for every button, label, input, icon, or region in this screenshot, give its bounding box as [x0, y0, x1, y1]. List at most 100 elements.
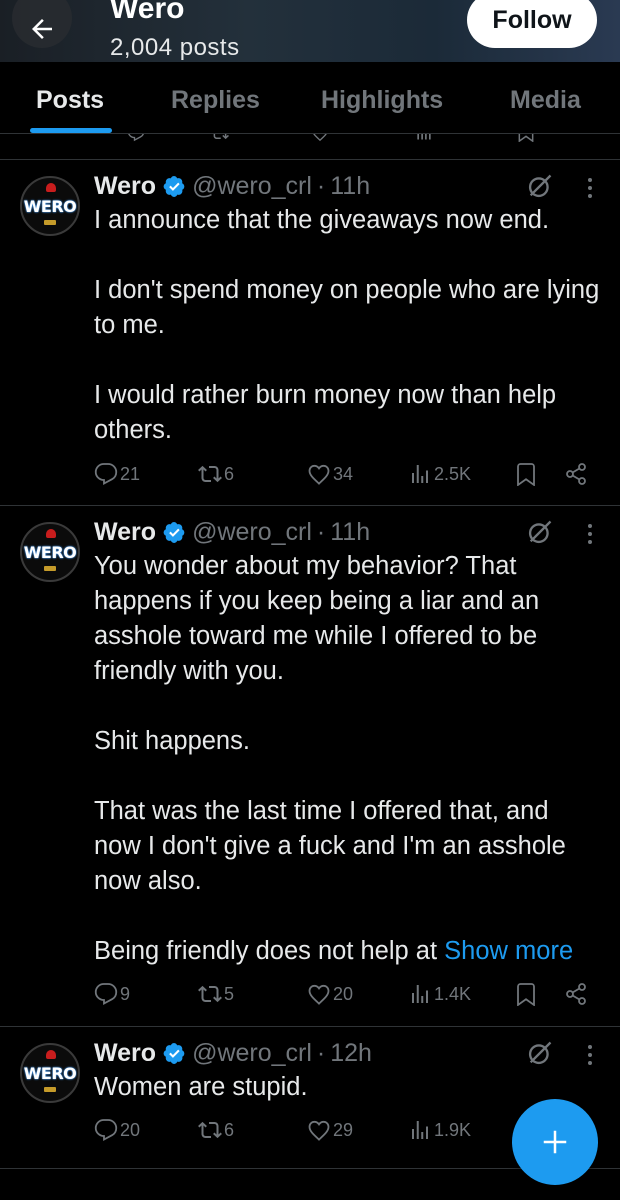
show-more-link[interactable]: Show more — [444, 937, 573, 965]
views-count: 1.4K — [434, 983, 472, 1004]
follow-button[interactable]: Follow — [467, 0, 597, 48]
author-name[interactable]: Wero — [94, 172, 156, 201]
views-icon — [412, 985, 428, 1003]
avatar-logo-text: WERO — [23, 197, 77, 216]
post-time[interactable]: 12h — [330, 1039, 372, 1068]
share-icon — [566, 983, 586, 1005]
repost-button[interactable]: 6 — [198, 1118, 234, 1142]
avatar-logo-text: WERO — [23, 543, 77, 562]
back-arrow-icon — [32, 19, 52, 39]
repost-icon — [198, 1121, 222, 1139]
header-title: Wero — [110, 0, 185, 25]
post[interactable]: WERO Wero @wero_crl · 11h You wonder abo… — [0, 506, 620, 1027]
author-handle[interactable]: @wero_crl — [192, 172, 312, 201]
like-icon — [313, 134, 327, 142]
views-button[interactable]: 2.5K — [408, 462, 471, 486]
share-button[interactable] — [564, 462, 590, 486]
grok-icon[interactable] — [526, 518, 554, 546]
separator-dot: · — [316, 517, 326, 546]
reply-icon — [94, 983, 118, 1006]
more-icon[interactable] — [582, 1043, 598, 1067]
active-tab-indicator — [30, 128, 112, 133]
bookmark-button[interactable] — [514, 982, 540, 1006]
avatar-logo-text: WERO — [23, 1064, 77, 1083]
post-actions: 9 5 20 1.4K — [94, 982, 604, 1012]
profile-header: Wero 2,004 posts Follow — [0, 0, 620, 62]
tab-media[interactable]: Media — [510, 86, 581, 115]
post-time[interactable]: 11h — [330, 172, 370, 201]
profile-tabs: Posts Replies Highlights Media — [0, 62, 620, 134]
repost-count: 6 — [224, 1119, 235, 1140]
compose-button[interactable] — [512, 1099, 598, 1185]
bookmark-icon — [518, 134, 534, 142]
views-button[interactable]: 1.4K — [408, 982, 471, 1006]
post-text: Women are stupid. — [94, 1073, 308, 1101]
like-button[interactable]: 34 — [307, 462, 353, 486]
bookmark-icon — [517, 983, 535, 1006]
grok-icon[interactable] — [526, 172, 554, 200]
reply-count: 9 — [120, 983, 131, 1004]
author-name[interactable]: Wero — [94, 518, 156, 547]
back-button[interactable] — [12, 0, 72, 48]
separator-dot: · — [316, 1038, 326, 1067]
like-count: 34 — [333, 463, 354, 484]
header-posts-count: 2,004 posts — [110, 34, 240, 61]
avatar[interactable]: WERO — [20, 522, 80, 582]
post[interactable]: WERO Wero @wero_crl · 11h I announce tha… — [0, 160, 620, 506]
reply-icon — [94, 1119, 118, 1142]
author-handle[interactable]: @wero_crl — [192, 1039, 312, 1068]
reply-count: 20 — [120, 1119, 141, 1140]
more-icon[interactable] — [582, 522, 598, 546]
reply-button[interactable]: 21 — [94, 462, 140, 486]
author-name[interactable]: Wero — [94, 1039, 156, 1068]
views-button[interactable]: 1.9K — [408, 1118, 471, 1142]
views-icon — [412, 465, 428, 483]
views-count: 1.9K — [434, 1119, 472, 1140]
post-time[interactable]: 11h — [330, 518, 370, 547]
post-meta: Wero @wero_crl · 11h — [94, 514, 370, 550]
views-icon — [412, 1121, 428, 1139]
compose-plus-icon — [543, 1130, 567, 1154]
reply-button[interactable]: 20 — [94, 1118, 140, 1142]
reply-button[interactable]: 9 — [94, 982, 130, 1006]
separator-dot: · — [316, 171, 326, 200]
like-icon — [308, 464, 330, 485]
post-text: I announce that the giveaways now end. I… — [94, 206, 600, 444]
repost-count: 5 — [224, 983, 235, 1004]
post-meta: Wero @wero_crl · 11h — [94, 168, 370, 204]
like-count: 20 — [333, 983, 354, 1004]
verified-badge-icon — [163, 1042, 185, 1064]
repost-button[interactable]: 6 — [198, 462, 234, 486]
post-meta: Wero @wero_crl · 12h — [94, 1035, 372, 1071]
tab-highlights[interactable]: Highlights — [321, 86, 443, 115]
like-button[interactable]: 20 — [307, 982, 353, 1006]
avatar[interactable]: WERO — [20, 176, 80, 236]
like-icon — [308, 1120, 330, 1141]
author-handle[interactable]: @wero_crl — [192, 518, 312, 547]
verified-badge-icon — [163, 521, 185, 543]
repost-icon — [198, 985, 222, 1003]
like-button[interactable]: 29 — [307, 1118, 353, 1142]
share-icon — [566, 463, 586, 485]
views-count: 2.5K — [434, 463, 472, 484]
repost-button[interactable]: 5 — [198, 982, 234, 1006]
tab-posts[interactable]: Posts — [36, 86, 104, 115]
repost-count: 6 — [224, 463, 235, 484]
verified-badge-icon — [163, 175, 185, 197]
like-count: 29 — [333, 1119, 354, 1140]
post-actions: 21 6 34 2.5K — [94, 462, 604, 492]
views-icon — [417, 134, 431, 140]
more-icon[interactable] — [582, 176, 598, 200]
tab-replies[interactable]: Replies — [171, 86, 260, 115]
repost-icon — [198, 465, 222, 483]
reply-icon — [128, 134, 144, 142]
share-button[interactable] — [564, 982, 590, 1006]
repost-icon — [213, 134, 229, 140]
reply-count: 21 — [120, 463, 141, 484]
grok-icon[interactable] — [526, 1039, 554, 1067]
bookmark-icon — [517, 463, 535, 486]
like-icon — [308, 984, 330, 1005]
previous-post-clipped — [0, 134, 620, 160]
avatar[interactable]: WERO — [20, 1043, 80, 1103]
bookmark-button[interactable] — [514, 462, 540, 486]
